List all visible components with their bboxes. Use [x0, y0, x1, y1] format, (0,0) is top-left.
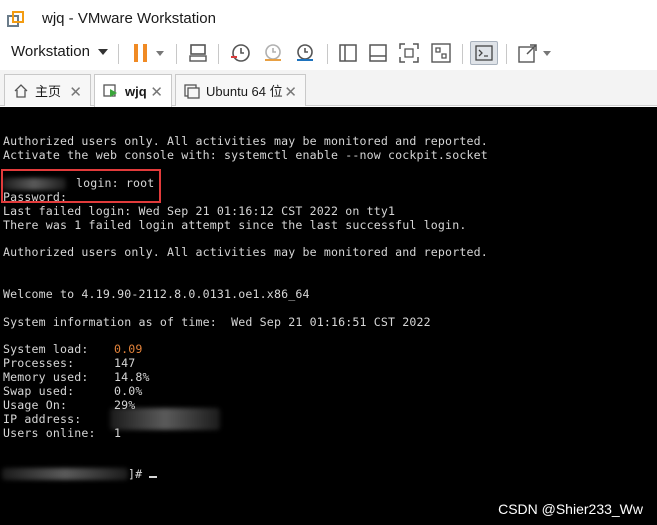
snapshot-clock-icon: [231, 44, 250, 62]
console-line: Authorized users only. All activities ma…: [3, 245, 488, 259]
toolbar-divider: [176, 44, 177, 64]
vmware-logo-icon: [7, 11, 24, 27]
watermark: CSDN @Shier233_Ww: [498, 501, 643, 517]
sidebar-layout-icon: [339, 44, 357, 62]
console-line: Activate the web console with: systemctl…: [3, 148, 488, 162]
unity-mode-button[interactable]: [428, 41, 454, 65]
stat-label: System load:: [3, 342, 89, 356]
pause-button[interactable]: [128, 41, 168, 65]
redacted-ip-address: [110, 408, 220, 430]
stat-label: Memory used:: [3, 370, 89, 384]
workstation-menu[interactable]: Workstation: [11, 43, 108, 60]
stretch-guest-button[interactable]: [514, 41, 554, 65]
stat-value: 14.8%: [114, 370, 150, 384]
stat-label: Usage On:: [3, 398, 68, 412]
redacted-prompt: [2, 468, 128, 480]
stat-label: Processes:: [3, 356, 75, 370]
home-icon: [14, 83, 28, 98]
tab-label: 主页: [35, 84, 62, 99]
revert-snapshot-icon: [265, 44, 281, 61]
shell-prompt: ]#: [128, 467, 158, 481]
stat-value: 0.09: [114, 342, 143, 356]
vm-running-icon: [103, 84, 117, 97]
vm-console[interactable]: Authorized users only. All activities ma…: [0, 107, 657, 525]
send-ctrl-alt-del-button[interactable]: [185, 41, 211, 65]
show-thumbnail-bar-button[interactable]: [366, 41, 390, 65]
toolbar-divider: [462, 44, 463, 64]
tab-label: Ubuntu 64 位: [206, 84, 283, 99]
close-icon[interactable]: ✕: [150, 83, 163, 101]
snapshot-manager-button[interactable]: [292, 41, 318, 65]
stat-label: Users online:: [3, 426, 96, 440]
tab-home[interactable]: 主页 ✕: [4, 74, 91, 106]
snapshot-manager-icon: [297, 44, 313, 61]
tab-label: wjq: [125, 83, 147, 99]
highlight-box: [1, 169, 161, 203]
fullscreen-icon: [399, 43, 419, 63]
text-cursor: [149, 476, 158, 478]
console-line: Authorized users only. All activities ma…: [3, 134, 488, 148]
stat-value: 0.0%: [114, 384, 143, 398]
full-screen-button[interactable]: [396, 41, 422, 65]
console-view-button[interactable]: [470, 41, 498, 65]
pause-icon: [134, 44, 147, 62]
close-icon[interactable]: ✕: [284, 83, 297, 101]
chevron-down-icon: [156, 50, 164, 56]
stat-label: IP address:: [3, 412, 82, 426]
toolbar-divider: [327, 44, 328, 64]
tab-ubuntu[interactable]: Ubuntu 64 位 ✕: [175, 74, 306, 106]
tab-wjq[interactable]: wjq ✕: [94, 74, 172, 107]
take-snapshot-button[interactable]: [227, 41, 253, 65]
stat-value: 1: [114, 426, 122, 440]
unity-icon: [431, 43, 451, 63]
vm-icon: [184, 83, 200, 99]
terminal-icon: [475, 45, 493, 61]
computer-keyboard-icon: [189, 44, 207, 62]
tab-strip: 主页 ✕ wjq ✕ Ubuntu 64 位 ✕: [0, 70, 657, 107]
chevron-down-icon: [97, 48, 108, 55]
console-line: There was 1 failed login attempt since t…: [3, 218, 467, 232]
console-line: Welcome to 4.19.90-2112.8.0.0131.oe1.x86…: [3, 287, 310, 301]
toolbar-divider: [118, 44, 119, 64]
title-bar: wjq - VMware Workstation: [0, 0, 657, 36]
console-line: System information as of time: Wed Sep 2…: [3, 315, 431, 329]
chevron-down-icon: [542, 50, 551, 56]
toolbar-divider: [218, 44, 219, 64]
stat-label: Swap used:: [3, 384, 75, 398]
stat-value: 147: [114, 356, 136, 370]
toolbar: Workstation: [0, 36, 657, 70]
close-icon[interactable]: ✕: [69, 83, 82, 101]
show-library-button[interactable]: [336, 41, 360, 65]
prompt-suffix: ]#: [128, 467, 150, 481]
workstation-menu-label: Workstation: [11, 43, 90, 60]
toolbar-divider: [506, 44, 507, 64]
window-title: wjq - VMware Workstation: [42, 10, 216, 27]
revert-snapshot-button[interactable]: [260, 41, 286, 65]
console-line: Last failed login: Wed Sep 21 01:16:12 C…: [3, 204, 396, 218]
stretch-icon: [517, 44, 537, 63]
bottom-panel-layout-icon: [369, 44, 387, 62]
